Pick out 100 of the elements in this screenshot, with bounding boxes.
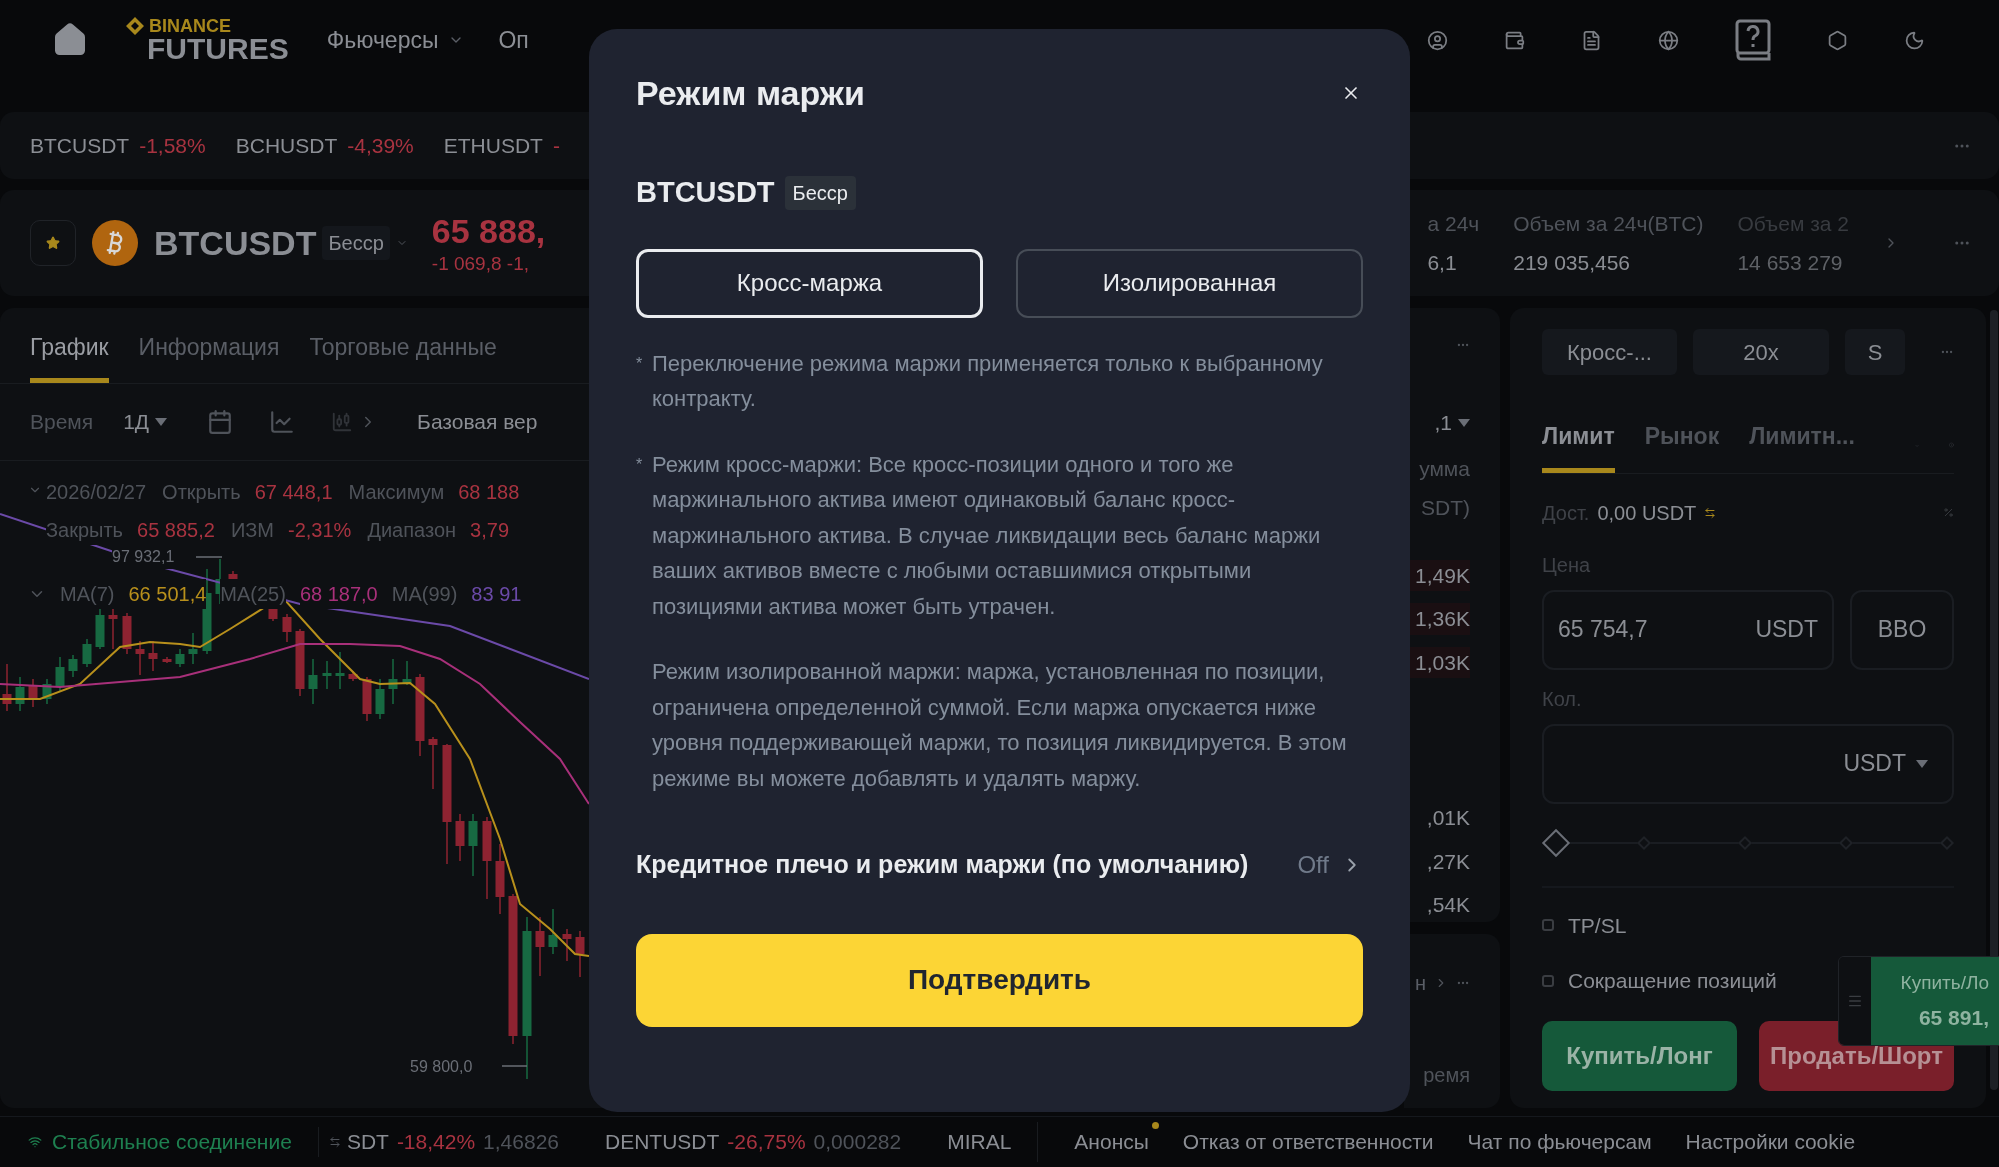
wallet-icon[interactable] — [1504, 29, 1525, 51]
line-chart-icon[interactable] — [269, 409, 296, 435]
theme-icon[interactable] — [1904, 29, 1925, 51]
connection-status[interactable]: Стабильное соединение — [52, 1126, 292, 1158]
note-text: Режим изолированной маржи: маржа, установленная по позиции, ограничена определенной суммой. Если маржа опускается ниже уровня поддерживающей маржи, то позиция ликвидируется. В этом режиме вы можете добавлять и удалять маржу. — [652, 658, 1348, 793]
diamond-logo-icon — [125, 16, 145, 36]
drag-handle-icon[interactable] — [1847, 993, 1863, 1009]
globe-icon[interactable] — [1658, 29, 1679, 51]
document-icon[interactable] — [1581, 29, 1602, 51]
margin-mode-option[interactable]: Изолированная — [1016, 248, 1363, 318]
bid-amount: ,54K — [1426, 892, 1470, 918]
footer-link[interactable]: Отказ от ответственности — [1182, 1126, 1440, 1158]
buy-long-button[interactable]: Купить/Лонг — [1542, 1020, 1737, 1091]
option-checkbox[interactable]: TP/SL — [1542, 909, 1627, 941]
candlestick-icon[interactable] — [331, 411, 354, 433]
candle — [308, 658, 318, 705]
logo[interactable]: BINANCE FUTURES — [125, 16, 289, 64]
layout-version[interactable]: Базовая вер — [417, 406, 538, 438]
price-marker-line — [501, 1065, 528, 1067]
transfer-icon[interactable] — [1704, 506, 1717, 519]
bid-amount: ,01K — [1426, 805, 1470, 831]
bitcoin-icon — [92, 220, 138, 266]
margin-mode-button[interactable]: Кросс-... — [1542, 329, 1677, 375]
note-bullet: * — [636, 454, 644, 475]
ticker-symbol[interactable]: MIRAL — [947, 1126, 1012, 1158]
chart-tab[interactable]: График — [30, 329, 109, 383]
stat-label: а 24ч — [1427, 210, 1480, 237]
column-header: умма — [1419, 455, 1470, 482]
candle — [562, 928, 572, 962]
ticker-symbol[interactable]: DENTUSDT — [605, 1126, 720, 1158]
calendar-icon[interactable] — [207, 409, 234, 435]
candle — [295, 628, 305, 697]
order-type-tab[interactable]: Лимит — [1542, 419, 1615, 473]
note-text: Режим кросс-маржи: Все кросс-позиции одного и того же маржинального актива имеют одинаковый баланс кросс-маржинального актива. В случае ликвидации весь баланс маржи ваших активов вместе с любыми оставшимися открытыми позициями актива может быть утрачен. — [652, 450, 1322, 621]
confirm-button[interactable]: Подтвердить — [636, 933, 1363, 1027]
note-bullet: * — [636, 353, 644, 374]
candle — [535, 916, 545, 977]
quick-order-toast[interactable]: Купить/Ло 65 891, — [1838, 956, 1999, 1046]
caret-icon — [1458, 418, 1470, 427]
candle — [108, 606, 118, 650]
favorite-button[interactable] — [30, 220, 76, 266]
swap-icon[interactable] — [328, 1136, 341, 1148]
ticker-symbol[interactable]: SDT — [346, 1126, 389, 1158]
last-price: 65 888, — [431, 210, 546, 252]
candle — [402, 660, 412, 686]
footer-link[interactable]: Чат по фьючерсам — [1467, 1126, 1658, 1158]
ticker-change: -4,39% — [347, 132, 414, 159]
panel-tab[interactable]: н — [1414, 968, 1426, 998]
contract-tag: Бесср — [322, 226, 390, 260]
ma-label: MA(25) — [220, 579, 286, 609]
bbo-button[interactable]: BBO — [1850, 589, 1954, 670]
margin-mode-option[interactable]: Кросс-маржа — [636, 248, 983, 318]
nav-menu[interactable]: Фьючерсы — [326, 22, 465, 58]
time-label: Время — [30, 409, 94, 436]
candle — [548, 908, 558, 955]
option-checkbox[interactable]: Сокращение позиций — [1542, 965, 1777, 997]
quantity-field[interactable]: USDT — [1542, 723, 1954, 804]
star-icon — [46, 236, 60, 250]
home-icon[interactable] — [52, 22, 88, 58]
default-settings-row[interactable]: Кредитное плечо и режим маржи (по умолчанию) Off — [636, 846, 1363, 884]
available-value: 0,00 USDT — [1597, 500, 1697, 526]
low-price-label: 59 800,0 — [410, 1057, 473, 1077]
leverage-button[interactable]: 20x — [1693, 329, 1829, 375]
column-header: ремя — [1423, 1063, 1470, 1088]
stat-value: 6,1 — [1427, 250, 1458, 276]
help-book-icon[interactable] — [1735, 19, 1771, 61]
price-field[interactable]: 65 754,7 USDT — [1542, 589, 1834, 670]
hexagon-icon[interactable] — [1827, 29, 1848, 51]
symbol-title: BTCUSDT — [154, 222, 317, 264]
chart-tab[interactable]: Информация — [138, 329, 280, 383]
nav-menu[interactable]: Оп — [498, 22, 529, 58]
footer-link[interactable]: Настройки cookie — [1685, 1126, 1862, 1158]
candle — [135, 640, 145, 676]
candle — [42, 678, 52, 705]
footer-link[interactable]: Анонсы — [1074, 1126, 1155, 1158]
contract-tag: Бесср — [784, 175, 856, 210]
ticker-symbol[interactable]: BTCUSDT — [30, 129, 130, 162]
candle — [2, 663, 12, 712]
candle — [55, 656, 65, 692]
candle — [575, 930, 585, 978]
candle — [495, 843, 505, 915]
ticker-symbol[interactable]: ETHUSDT — [443, 129, 543, 162]
floating-label: Купить/Ло — [1900, 971, 1989, 995]
candle — [468, 813, 478, 877]
percent-icon[interactable] — [1943, 507, 1954, 518]
ticker-change: - — [552, 132, 560, 159]
note-text: Переключение режима маржи применяется только к выбранному контракту. — [652, 349, 1324, 413]
candle — [82, 638, 92, 668]
candle — [188, 632, 198, 665]
account-icon[interactable] — [1427, 29, 1448, 51]
chart-tab[interactable]: Торговые данные — [309, 329, 497, 383]
interval-dropdown[interactable]: 1Д — [123, 406, 168, 438]
caret-icon[interactable] — [1916, 759, 1928, 768]
ticker-symbol[interactable]: BCHUSDT — [235, 129, 338, 162]
contract-symbol: BTCUSDT — [636, 175, 775, 210]
column-header: SDT) — [1421, 495, 1470, 521]
precision-dropdown[interactable]: ,1 — [1434, 407, 1470, 439]
asset-mode-button[interactable]: S — [1845, 329, 1905, 375]
candle — [122, 612, 132, 655]
ask-amount: 1,49K — [1409, 559, 1470, 591]
